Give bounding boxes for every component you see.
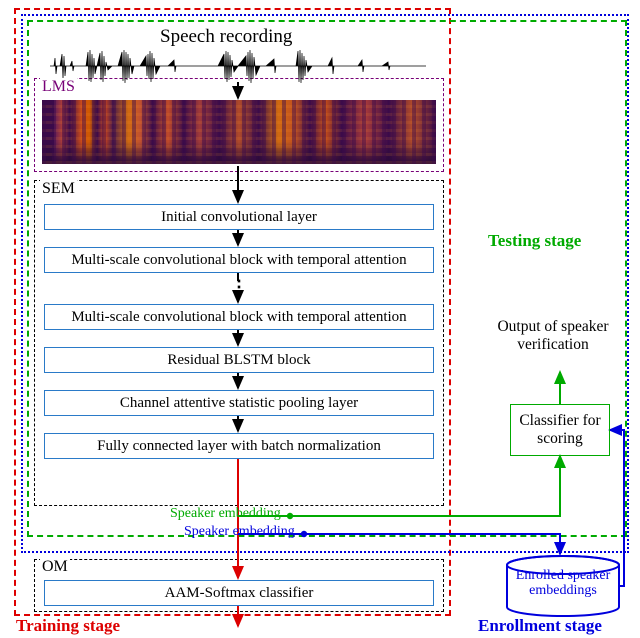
layer-fc-bn: Fully connected layer with batch normali… bbox=[44, 433, 434, 459]
testing-caption: Testing stage bbox=[488, 231, 581, 251]
db-label: Enrolled speaker embeddings bbox=[504, 569, 622, 598]
db-cylinder: Enrolled speaker embeddings bbox=[504, 555, 622, 617]
speech-title: Speech recording bbox=[160, 26, 292, 48]
layer-mscb2: Multi-scale convolutional block with tem… bbox=[44, 304, 434, 330]
waveform bbox=[50, 46, 426, 86]
output-label: Output of speaker verification bbox=[478, 318, 628, 354]
layer-casp: Channel attentive statistic pooling laye… bbox=[44, 390, 434, 416]
training-caption: Training stage bbox=[16, 616, 120, 636]
layer-res-blstm: Residual BLSTM block bbox=[44, 347, 434, 373]
layer-initial-conv: Initial convolutional layer bbox=[44, 204, 434, 230]
vertical-dots: ⋮ bbox=[230, 277, 247, 298]
embedding-label-test: Speaker embedding bbox=[170, 506, 281, 522]
layer-aam: AAM-Softmax classifier bbox=[44, 580, 434, 606]
om-label: OM bbox=[40, 558, 70, 576]
lms-label: LMS bbox=[40, 78, 77, 96]
layer-mscb1: Multi-scale convolutional block with tem… bbox=[44, 247, 434, 273]
sem-label: SEM bbox=[40, 180, 77, 198]
embedding-label-enroll: Speaker embedding bbox=[184, 524, 295, 540]
enrollment-caption: Enrollment stage bbox=[478, 616, 602, 636]
classifier-block: Classifier for scoring bbox=[510, 404, 610, 456]
spectrogram bbox=[42, 100, 436, 164]
